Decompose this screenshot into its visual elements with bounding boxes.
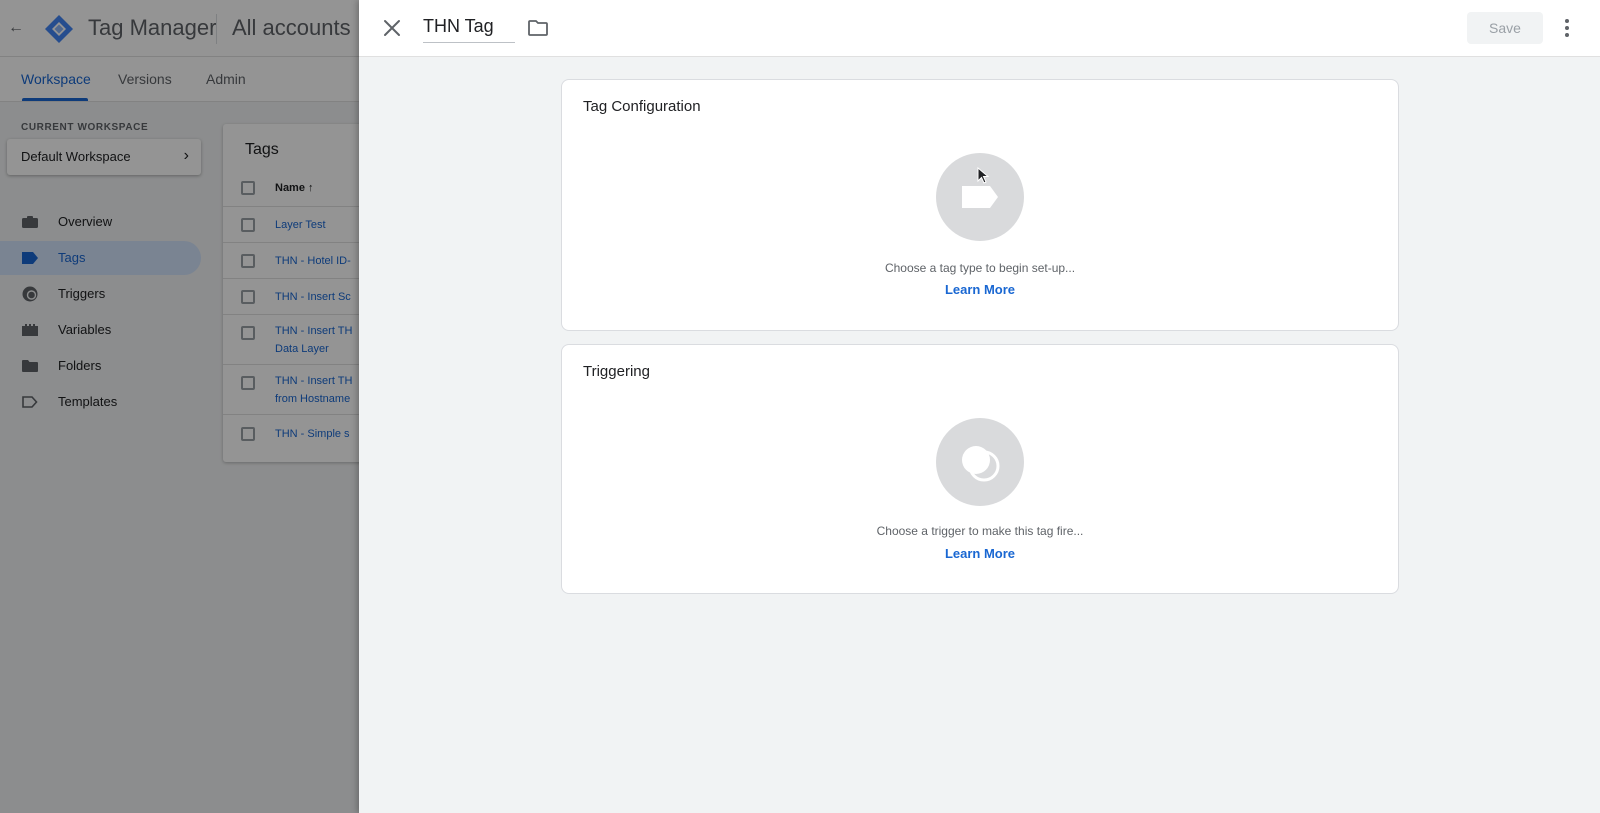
trigger-icon <box>962 446 1000 482</box>
section-title: Triggering <box>583 363 650 380</box>
section-title: Tag Configuration <box>583 98 701 115</box>
mouse-cursor-icon <box>977 167 989 184</box>
learn-more-link[interactable]: Learn More <box>562 546 1398 561</box>
trigger-hint: Choose a trigger to make this tag fire..… <box>876 524 1084 538</box>
tag-configuration-card[interactable]: Tag Configuration Choose a tag type to b… <box>561 79 1399 331</box>
close-icon[interactable] <box>382 18 402 38</box>
triggering-card[interactable]: Triggering Choose a trigger to make this… <box>561 344 1399 594</box>
tag-editor-panel: Save Tag Configuration Choose a tag type… <box>359 0 1600 813</box>
folder-icon[interactable] <box>527 17 549 39</box>
tag-name-input[interactable] <box>423 15 515 43</box>
learn-more-link[interactable]: Learn More <box>562 282 1398 297</box>
panel-header: Save <box>359 0 1600 57</box>
save-button[interactable]: Save <box>1467 12 1543 44</box>
more-vert-icon[interactable] <box>1557 17 1577 39</box>
trigger-placeholder[interactable] <box>936 418 1024 506</box>
tag-type-hint: Choose a tag type to begin set-up... <box>884 261 1076 275</box>
